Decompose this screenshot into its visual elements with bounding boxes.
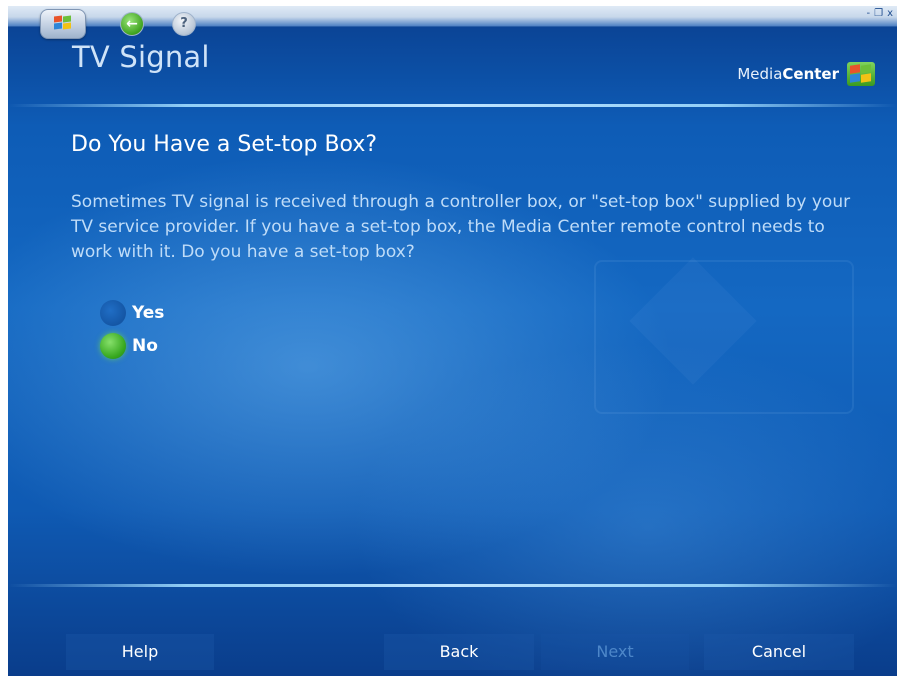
header-divider <box>8 104 897 107</box>
help-button[interactable]: Help <box>66 634 214 670</box>
option-yes-label: Yes <box>132 303 165 323</box>
question-mark-icon[interactable]: ? <box>172 12 196 36</box>
media-center-logo-icon <box>847 62 875 86</box>
start-button[interactable] <box>40 9 86 39</box>
option-yes-radio[interactable]: Yes <box>100 300 164 326</box>
question-description: Sometimes TV signal is received through … <box>71 192 851 262</box>
brand-text-media: Media <box>737 65 783 83</box>
page-title: TV Signal <box>72 40 210 74</box>
minimize-button[interactable]: - <box>867 8 871 19</box>
close-button[interactable]: x <box>887 8 893 19</box>
option-no-radio[interactable]: No <box>100 333 158 359</box>
brand-text-center: Center <box>782 65 839 83</box>
question-heading: Do You Have a Set-top Box? <box>71 132 378 157</box>
back-button[interactable]: Back <box>384 634 534 670</box>
media-center-window: ← ? - ❐ x TV Signal MediaCenter Do You H… <box>8 6 897 676</box>
option-no-label: No <box>132 336 158 356</box>
media-center-brand: MediaCenter <box>737 62 875 86</box>
back-arrow-icon[interactable]: ← <box>120 12 144 36</box>
radio-unselected-icon <box>100 300 126 326</box>
radio-selected-icon <box>100 333 126 359</box>
windows-flag-icon <box>54 15 72 31</box>
restore-button[interactable]: ❐ <box>874 8 883 19</box>
footer-divider <box>8 584 897 587</box>
window-controls: - ❐ x <box>867 8 894 19</box>
cancel-button[interactable]: Cancel <box>704 634 854 670</box>
next-button: Next <box>541 634 689 670</box>
